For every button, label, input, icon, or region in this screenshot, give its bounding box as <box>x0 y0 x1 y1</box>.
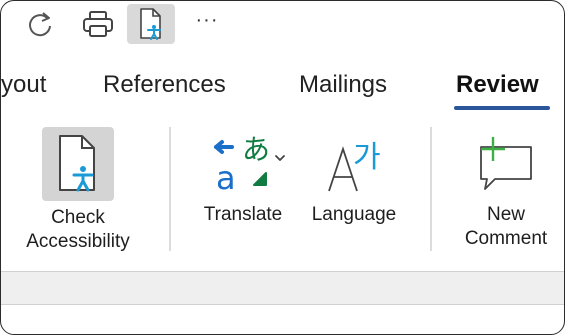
tab-review[interactable]: Review <box>456 71 539 99</box>
new-comment-icon <box>480 137 532 190</box>
translate-label: Translate <box>203 204 283 225</box>
check-accessibility-qat-button[interactable] <box>127 4 175 44</box>
tab-layout[interactable]: yout <box>1 71 46 99</box>
quick-access-toolbar: ··· <box>1 1 564 51</box>
check-accessibility-icon <box>59 135 95 192</box>
review-ribbon: Check Accessibility あ a Translate 가 Lang… <box>1 113 564 271</box>
more-commands-button[interactable]: ··· <box>189 4 225 44</box>
print-button[interactable] <box>76 4 120 44</box>
document-ruler-strip <box>1 271 564 305</box>
redo-icon <box>29 12 51 37</box>
new-comment-label-line1: New <box>486 204 525 225</box>
tab-mailings[interactable]: Mailings <box>299 71 387 99</box>
tab-references[interactable]: References <box>103 71 226 99</box>
check-accessibility-icon-box <box>42 127 114 201</box>
redo-button[interactable] <box>21 4 61 44</box>
new-comment-label-line2: Comment <box>464 228 548 249</box>
word-window: ··· yout References Mailings Review Chec… <box>0 0 565 335</box>
svg-text:あ: あ <box>242 133 270 166</box>
print-icon <box>83 11 113 37</box>
check-accessibility-label-line1: Check <box>51 207 105 228</box>
group-divider <box>430 127 432 251</box>
language-label: Language <box>311 204 397 225</box>
check-accessibility-button[interactable]: Check Accessibility <box>5 127 151 254</box>
new-comment-button[interactable]: New Comment <box>451 133 561 251</box>
active-tab-indicator <box>454 106 550 110</box>
check-accessibility-icon <box>140 8 161 40</box>
language-button[interactable]: 가 Language <box>301 133 407 227</box>
translate-icon: あ a <box>214 133 270 197</box>
group-divider <box>169 127 171 251</box>
language-icon: 가 <box>328 140 381 192</box>
svg-text:a: a <box>216 159 236 197</box>
translate-button[interactable]: あ a Translate <box>194 133 292 227</box>
svg-text:가: 가 <box>353 140 381 175</box>
check-accessibility-label-line2: Accessibility <box>26 231 130 252</box>
chevron-down-icon[interactable] <box>273 153 287 163</box>
